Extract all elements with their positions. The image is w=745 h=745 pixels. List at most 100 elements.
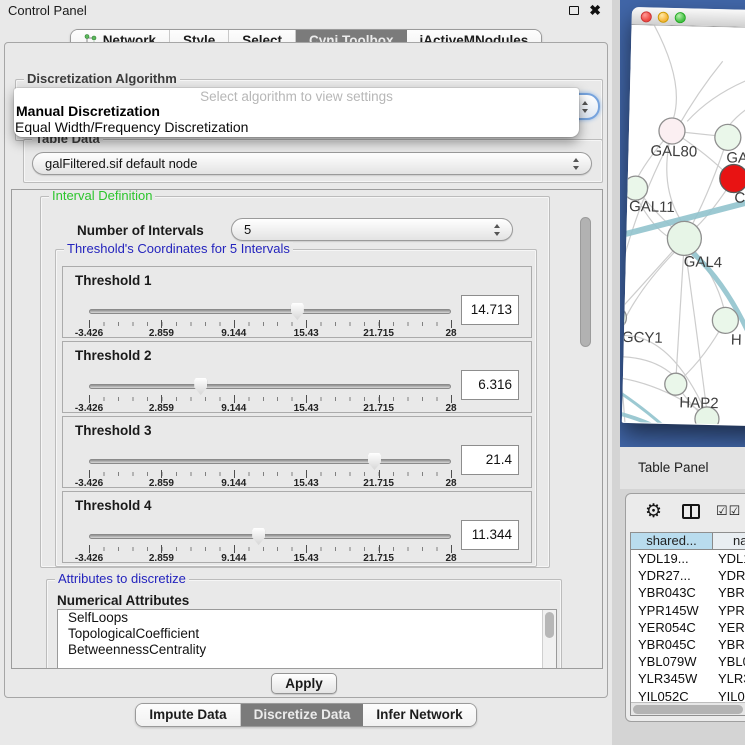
table-row[interactable]: YBR043CYBR0	[631, 584, 745, 601]
slider-tick-labels: -3.426 2.859 9.144 15.43 21.715 28	[89, 403, 451, 413]
tab-label: Infer Network	[376, 707, 462, 722]
slider-ticks	[89, 395, 451, 403]
combo-value: 5	[244, 219, 251, 241]
network-node-gal4	[667, 221, 702, 256]
num-intervals-combo[interactable]: 5	[231, 218, 513, 241]
threshold-2-panel: Threshold 2 -3.426 2.859 9.144	[62, 341, 532, 413]
list-item[interactable]: TopologicalCoefficient	[58, 626, 556, 642]
control-panel-titlebar: Control Panel ✖	[0, 0, 612, 22]
split-columns-icon[interactable]	[682, 504, 700, 519]
slider-ticks	[89, 320, 451, 328]
slider-thumb[interactable]	[368, 453, 381, 470]
table-row[interactable]: YDL19...YDL1	[631, 550, 745, 567]
tab-impute-data[interactable]: Impute Data	[136, 704, 240, 726]
algorithm-dropdown-popup: Select algorithm to view settings Manual…	[14, 88, 579, 137]
table-header-row: shared... na	[631, 533, 745, 550]
table-data-group: Table Data galFiltered.sif default node	[23, 139, 603, 183]
node-label: GAL11	[629, 198, 675, 216]
column-header-shared[interactable]: shared...	[631, 533, 713, 549]
table-row[interactable]: YPR145WYPR1	[631, 602, 745, 619]
node-label: GCY1	[622, 329, 663, 347]
network-node-gal80	[659, 118, 686, 145]
vertical-scrollbar[interactable]	[580, 217, 591, 347]
tab-label: Discretize Data	[254, 707, 351, 722]
threshold-label: Threshold 2	[75, 348, 152, 363]
slider-track	[89, 534, 451, 539]
close-traffic-light[interactable]	[641, 11, 652, 22]
network-canvas[interactable]: GAL80 GA C GAL11 GAL4 GCY1 H HAP2	[622, 25, 745, 426]
num-intervals-label: Number of Intervals	[77, 223, 204, 238]
table-panel-title: Table Panel	[638, 447, 709, 489]
horizontal-scrollbar[interactable]	[631, 702, 745, 715]
node-label: GAL4	[684, 253, 723, 271]
node-table: shared... na YDL19...YDL1 YDR27...YDR2 Y…	[630, 532, 745, 716]
threshold-2-value-field[interactable]: 6.316	[461, 370, 519, 400]
network-window: GAL80 GA C GAL11 GAL4 GCY1 H HAP2	[622, 7, 745, 427]
threshold-4-panel: Threshold 4 -3.426 2.859 9.144	[62, 491, 532, 563]
tab-discretize-data[interactable]: Discretize Data	[241, 704, 364, 726]
numerical-attributes-label: Numerical Attributes	[57, 593, 189, 608]
slider-ticks	[89, 545, 451, 553]
table-data-combo[interactable]: galFiltered.sif default node	[32, 152, 592, 175]
combo-placeholder: Select algorithm to view settings	[14, 89, 579, 104]
node-label: GA	[726, 149, 745, 167]
threshold-1-value-field[interactable]: 14.713	[461, 295, 519, 325]
table-toolbar: ⚙ ☑☑	[626, 494, 745, 530]
threshold-3-value-field[interactable]: 21.4	[461, 445, 519, 475]
threshold-label: Threshold 1	[75, 273, 152, 288]
checkboxes-icon[interactable]: ☑☑	[716, 503, 741, 519]
list-item[interactable]: SelfLoops	[58, 610, 556, 626]
node-label: H	[731, 332, 742, 349]
combo-arrows-icon	[494, 224, 501, 236]
threshold-label: Threshold 4	[75, 498, 152, 513]
list-item[interactable]: BetweennessCentrality	[58, 642, 556, 658]
network-node-gcy1	[622, 306, 627, 329]
slider-thumb[interactable]	[252, 528, 265, 545]
minimize-traffic-light[interactable]	[658, 11, 669, 22]
node-label: HAP2	[679, 394, 719, 412]
slider-tick-labels: -3.426 2.859 9.144 15.43 21.715 28	[89, 553, 451, 563]
table-row[interactable]: YBL079WYBL0	[631, 653, 745, 670]
network-node-hap2	[665, 373, 688, 396]
table-row[interactable]: YLR345WYLR3	[631, 670, 745, 687]
slider-thumb[interactable]	[291, 303, 304, 320]
apply-button[interactable]: Apply	[271, 673, 337, 694]
threshold-4-value-field[interactable]: 11.344	[461, 520, 519, 550]
attributes-group: Attributes to discretize Numerical Attri…	[46, 579, 562, 669]
table-row[interactable]: YBR045CYBR0	[631, 636, 745, 653]
threshold-1-panel: Threshold 1 -3.426 2.859 9.144	[62, 266, 532, 338]
thresholds-group: Threshold's Coordinates for 5 Intervals …	[55, 249, 537, 567]
slider-thumb[interactable]	[194, 378, 207, 395]
bottom-tabbar: Impute Data Discretize Data Infer Networ…	[0, 703, 612, 727]
slider-track	[89, 384, 451, 389]
tab-infer-network[interactable]: Infer Network	[363, 704, 475, 726]
network-node-ga	[715, 124, 742, 151]
table-row[interactable]: YDR27...YDR2	[631, 567, 745, 584]
table-row[interactable]: YER054CYER0	[631, 619, 745, 636]
group-title: Threshold's Coordinates for 5 Intervals	[64, 242, 293, 256]
group-title: Attributes to discretize	[55, 572, 189, 586]
threshold-3-panel: Threshold 3 -3.426 2.859 9.144	[62, 416, 532, 488]
combo-arrows-icon	[582, 101, 589, 113]
group-title: Interval Definition	[49, 189, 155, 203]
combo-arrows-icon	[573, 158, 580, 170]
slider-ticks	[89, 470, 451, 478]
network-node-red	[720, 164, 745, 193]
table-panel-card: ⚙ ☑☑ shared... na YDL19...YDL1 YDR27...Y…	[625, 493, 745, 722]
column-header-name[interactable]: na	[713, 533, 745, 549]
slider-tick-labels: -3.426 2.859 9.144 15.43 21.715 28	[89, 328, 451, 338]
threshold-label: Threshold 3	[75, 423, 152, 438]
group-title: Discretization Algorithm	[24, 72, 180, 86]
dropdown-option[interactable]: Equal Width/Frequency Discretization	[15, 119, 248, 135]
slider-track	[89, 309, 451, 314]
zoom-traffic-light[interactable]	[675, 12, 686, 23]
list-scrollbar[interactable]	[542, 610, 556, 669]
float-window-icon[interactable]	[569, 6, 579, 15]
tab-label: Impute Data	[149, 707, 226, 722]
table-panel-bar: Table Panel	[620, 447, 745, 489]
dropdown-option-selected[interactable]: Manual Discretization	[16, 103, 160, 119]
combo-value: galFiltered.sif default node	[45, 153, 197, 175]
network-node-gal11	[623, 176, 648, 201]
close-icon[interactable]: ✖	[589, 2, 601, 19]
gear-icon[interactable]: ⚙	[645, 500, 662, 523]
